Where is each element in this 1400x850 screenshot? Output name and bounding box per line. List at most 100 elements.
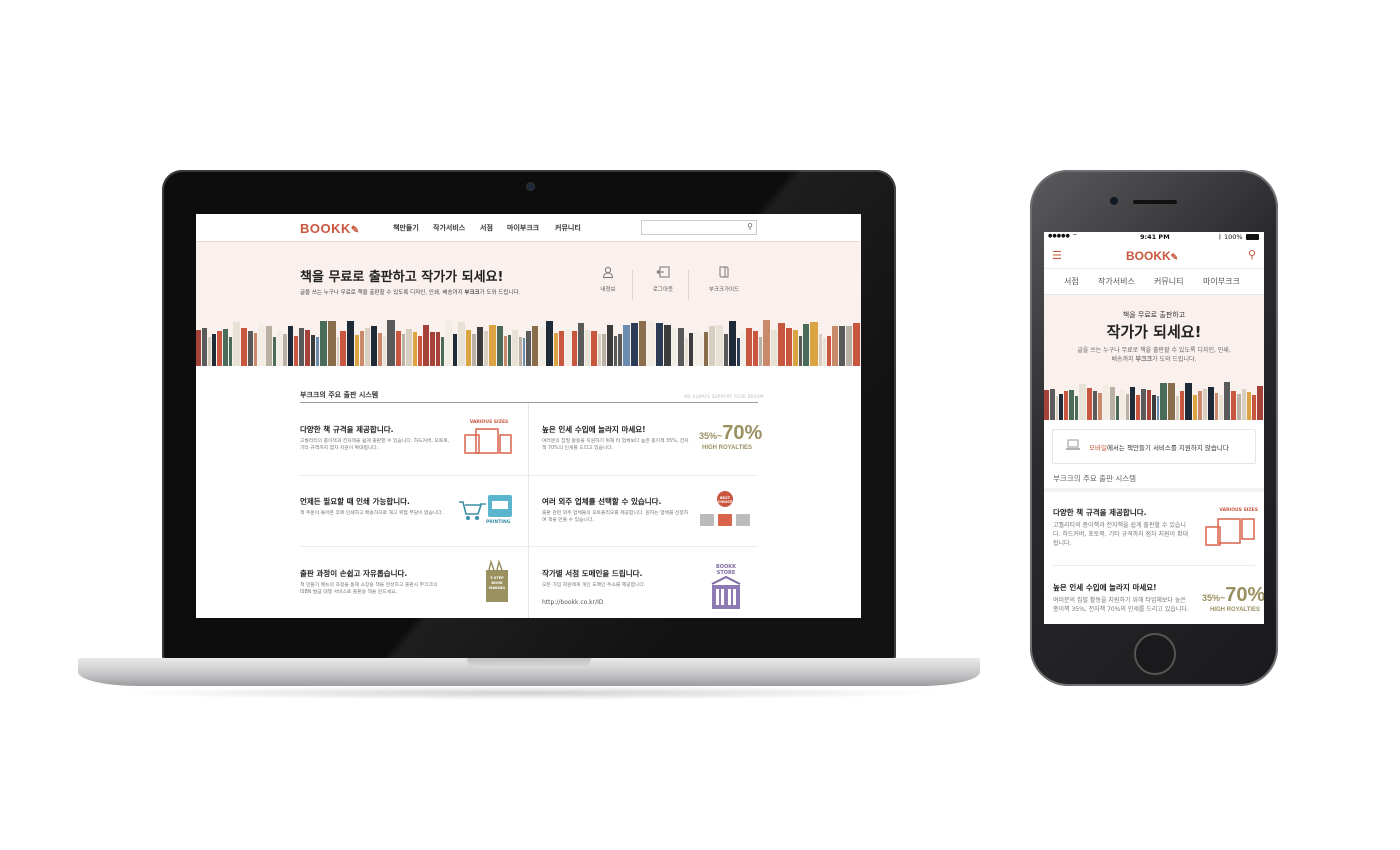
book-spine (1109, 387, 1116, 420)
logo[interactable]: BOOKK✎ (300, 221, 360, 236)
book-spine (753, 330, 759, 366)
book-spine (484, 331, 489, 366)
feature-easy-process: 출판 과정이 손쉽고 자유롭습니다. 책 만들기 메뉴의 과정을 통해 소장용 … (300, 554, 528, 618)
book-spine (340, 330, 346, 366)
feature-printing: 언제든 필요할 때 인쇄 가능합니다. 책 주문이 들어온 후에 인쇄하고 배송… (300, 482, 528, 552)
section-tagline: WE ALWAYS SUPPORT YOUR DREAM (684, 394, 764, 399)
hero-banner: 책을 무료로 출판하고 작가가 되세요! 글을 쓰는 누구나 무료로 책을 출판… (196, 242, 861, 366)
book-spine (1136, 394, 1140, 420)
book-spine (664, 325, 671, 366)
book-spine (1214, 393, 1219, 420)
book-spine (792, 330, 798, 366)
laptop-shadow (110, 686, 950, 700)
printing-icon: PRINTING (456, 492, 518, 530)
mobile-header: ☰ BOOKK✎ ⚲ (1044, 244, 1264, 269)
book-spine (422, 324, 430, 366)
book-spine (1049, 388, 1055, 420)
book-spine (623, 324, 630, 366)
nav-item-my-bookk[interactable]: 마이부크크 (507, 223, 539, 233)
book-spine (827, 335, 832, 366)
nav-item-my-bookk[interactable]: 마이부크크 (1203, 276, 1240, 287)
feature-desc: 고퀄리티의 종이책과 전자책을 쉽게 출판할 수 있습니다. 하드커버, 포토북… (1053, 522, 1188, 547)
book-spine (315, 337, 319, 366)
book-spine (553, 332, 559, 366)
user-icon (588, 266, 628, 281)
book-spine (453, 334, 458, 366)
nav-item-bookstore[interactable]: 서점 (480, 223, 493, 233)
book-spine (798, 336, 802, 366)
phone-camera (1110, 197, 1118, 205)
laptop-notch (467, 658, 591, 668)
various-sizes-icon: VARIOUS SIZES (1202, 508, 1258, 551)
book-spine (1129, 387, 1136, 420)
search-icon[interactable]: ⚲ (747, 222, 753, 231)
book-spine (1252, 394, 1256, 420)
util-divider (632, 270, 633, 300)
status-time: 9:41 PM (1140, 233, 1170, 241)
book-spine (1202, 388, 1208, 420)
logo[interactable]: BOOKK✎ (1126, 249, 1178, 263)
feature-store-domain: 작가별 서점 도메인을 드립니다. 모든 가입 회원에게 개인 도메인 주소를 … (542, 554, 770, 618)
feature-title: 높은 인세 수입에 놀라지 마세요! (542, 425, 646, 434)
book-spine (606, 325, 614, 366)
book-spine (538, 326, 545, 366)
book-spine (777, 322, 785, 366)
book-spine (395, 330, 401, 366)
book-spine (716, 325, 723, 366)
book-spine (1179, 390, 1185, 420)
book-spine (1193, 394, 1197, 420)
laptop-icon (1065, 439, 1081, 454)
section-divider (300, 402, 758, 403)
book-spine (441, 337, 445, 366)
book-spine (497, 326, 503, 366)
hero-desc: 글을 쓰는 누구나 무료로 책을 출판할 수 있도록 디자인, 인쇄, 배송까지… (1077, 347, 1231, 363)
book-spine (1086, 388, 1093, 420)
search-input[interactable]: ⚲ (641, 220, 757, 235)
book-spine (336, 336, 340, 366)
feature-title: 다양한 책 규격을 제공합니다. (1053, 508, 1147, 517)
book-guide-icon (704, 266, 744, 281)
section-title: 부크크의 주요 출판 시스템 (300, 391, 379, 399)
nav-item-author-service[interactable]: 작가서비스 (433, 223, 465, 233)
signal-strength: ●●●●● (1048, 233, 1070, 239)
nav-item-community[interactable]: 커뮤니티 (555, 223, 581, 233)
nav-item-author-service[interactable]: 작가서비스 (1098, 276, 1135, 287)
book-spine (614, 336, 618, 366)
book-spine (591, 330, 597, 366)
feature-title: 출판 과정이 손쉽고 자유롭습니다. (300, 569, 408, 578)
book-spine (1241, 389, 1247, 420)
battery-percent: 100% (1224, 233, 1243, 241)
util-guide[interactable]: 부크크가이드 (704, 266, 744, 293)
book-spine (1055, 395, 1059, 420)
laptop-screen: BOOKK✎ 책만들기 작가서비스 서점 마이부크크 커뮤니티 ⚲ 책을 무료로… (196, 214, 861, 618)
util-my-info[interactable]: 내정보 (588, 266, 628, 293)
book-spine (678, 328, 684, 366)
feature-desc: 모든 가입 회원에게 개인 도메인 주소를 제공합니다. (542, 583, 646, 588)
store-url-link[interactable]: http://bookk.co.kr/ID (542, 599, 604, 606)
book-spine (655, 322, 663, 366)
book-spine (559, 330, 565, 366)
home-button[interactable] (1134, 633, 1176, 675)
feature-various-sizes: 다양한 책 규격을 제공합니다. 고퀄리티의 종이책과 전자책을 쉽게 출판할 … (300, 410, 528, 480)
book-spine (477, 327, 483, 366)
book-spine (229, 337, 233, 366)
book-spine (565, 329, 571, 366)
util-logout[interactable]: 로그아웃 (643, 266, 683, 293)
nav-item-community[interactable]: 커뮤니티 (1154, 276, 1183, 287)
hero-subtitle: 책을 무료로 출판하고 (1122, 311, 1186, 319)
book-spine (272, 337, 276, 366)
book-spine (852, 322, 860, 366)
search-icon[interactable]: ⚲ (1248, 248, 1256, 261)
nav-item-book-making[interactable]: 책만들기 (393, 223, 419, 233)
feature-title: 여러 외주 업체를 선택할 수 있습니다. (542, 497, 662, 506)
hamburger-menu-icon[interactable]: ☰ (1052, 249, 1062, 262)
book-spine (571, 330, 577, 366)
book-spine (1185, 382, 1193, 420)
section-band (1044, 488, 1264, 492)
nav-item-bookstore[interactable]: 서점 (1064, 276, 1079, 287)
book-spine (319, 321, 328, 366)
book-spine (196, 329, 202, 366)
book-spine (1093, 391, 1098, 420)
book-spine (1075, 396, 1078, 420)
site-header: BOOKK✎ 책만들기 작가서비스 서점 마이부크크 커뮤니티 ⚲ (196, 214, 861, 242)
